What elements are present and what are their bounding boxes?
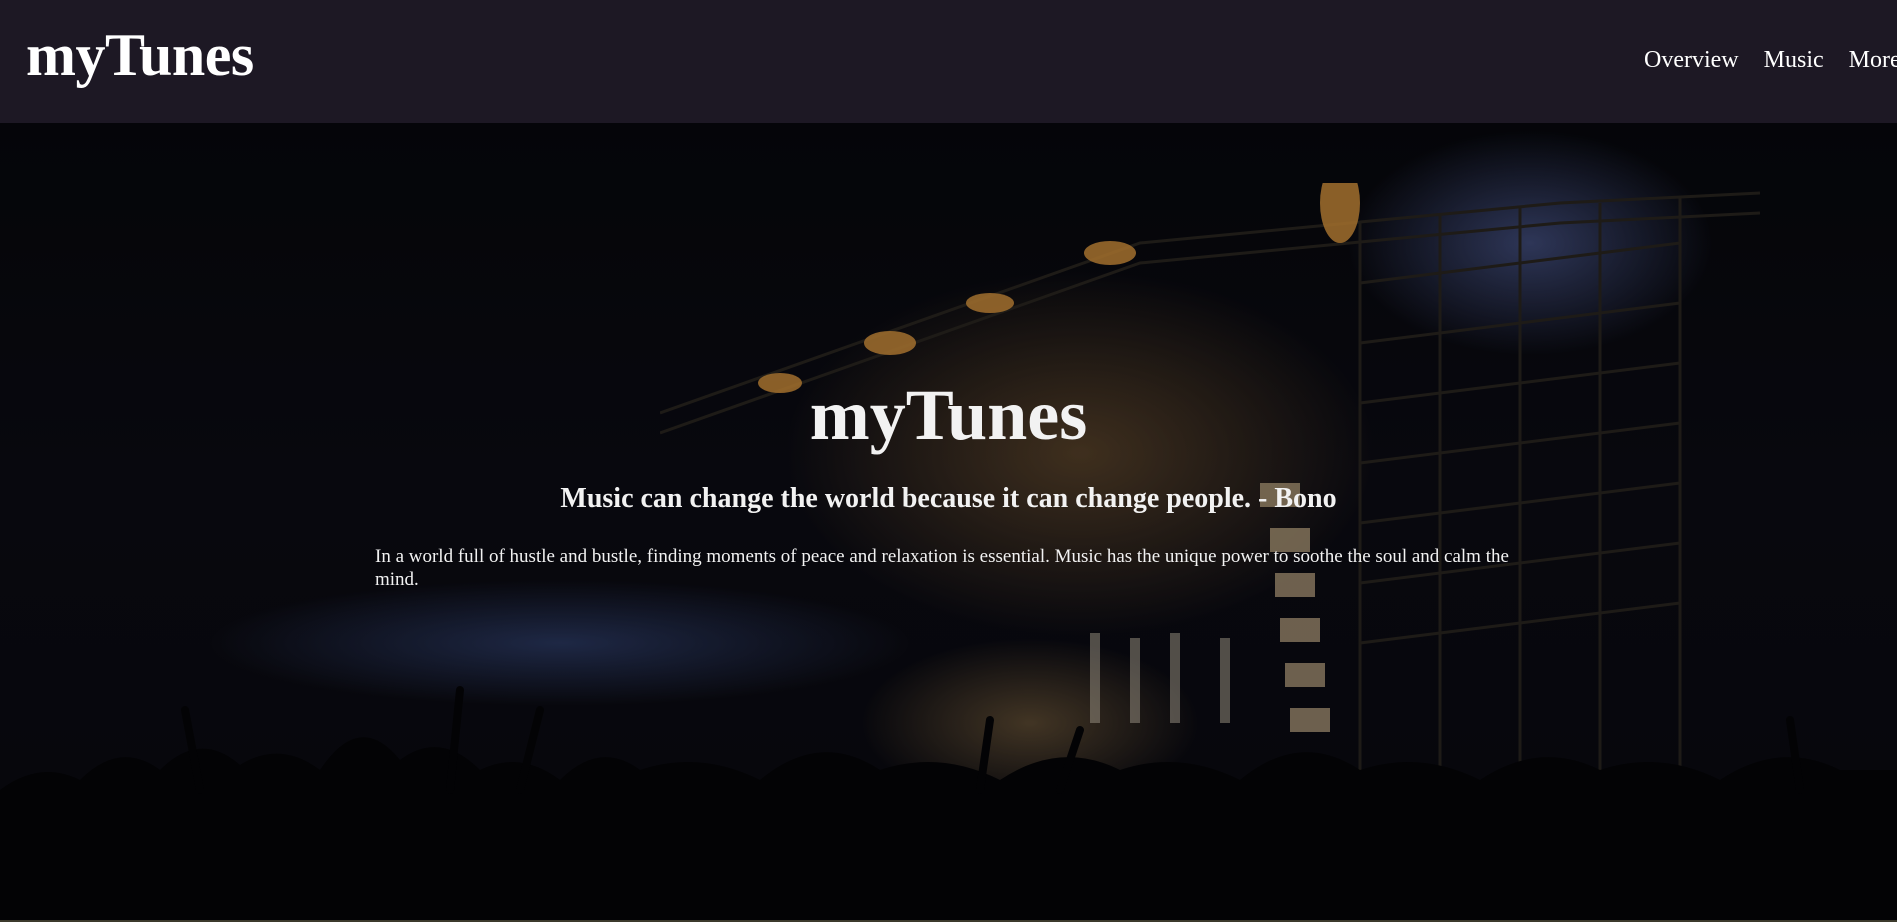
navbar: myTunes Overview Music More — [0, 0, 1897, 123]
nav-link-overview[interactable]: Overview — [1644, 47, 1739, 74]
nav-link-music[interactable]: Music — [1764, 47, 1824, 74]
hero-title: myTunes — [809, 375, 1088, 455]
hero-content: myTunes Music can change the world becau… — [0, 123, 1897, 920]
hero-section: myTunes Music can change the world becau… — [0, 123, 1897, 920]
nav-links: Overview Music More — [1644, 47, 1897, 74]
hero-quote: Music can change the world because it ca… — [560, 483, 1337, 514]
brand-logo[interactable]: myTunes — [26, 22, 254, 88]
nav-link-more[interactable]: More — [1849, 47, 1897, 74]
hero-paragraph: In a world full of hustle and bustle, fi… — [375, 546, 1509, 590]
